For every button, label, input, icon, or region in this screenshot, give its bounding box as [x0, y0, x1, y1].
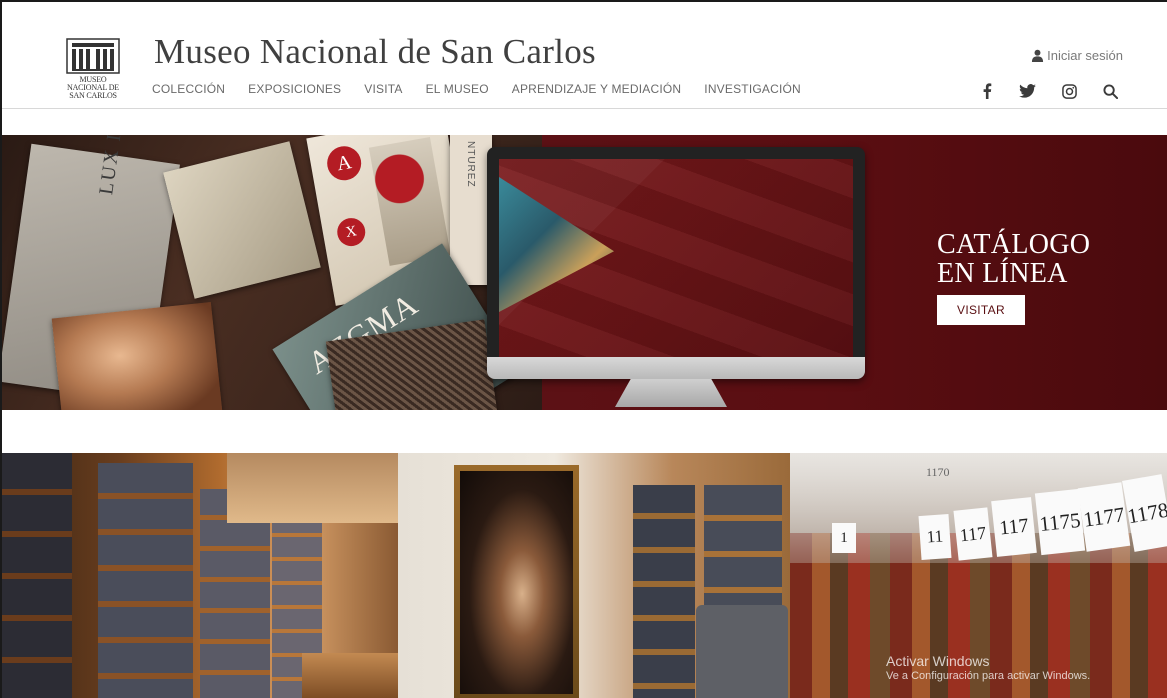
- tag-1175: 1175: [1034, 488, 1086, 556]
- catalog-collage-image: LUX IN ARCANA A X NTUREZ AZGMA: [2, 135, 542, 410]
- room-bookshelf-1: [633, 485, 695, 698]
- ceiling: [227, 453, 398, 523]
- nav-exposiciones[interactable]: EXPOSICIONES: [248, 82, 341, 96]
- tag-1: 1: [832, 523, 856, 553]
- twitter-icon[interactable]: [1018, 82, 1036, 100]
- monitor-stand: [615, 379, 727, 407]
- tag-1177: 1177: [1077, 482, 1131, 552]
- library-shelves-image[interactable]: [2, 453, 398, 698]
- tag-1170: 1170: [926, 465, 950, 479]
- browser-viewport: MUSEO NACIONAL DE SAN CARLOS Museo Nacio…: [0, 0, 1167, 698]
- tag-117a: 117: [953, 507, 993, 561]
- site-title[interactable]: Museo Nacional de San Carlos: [154, 32, 596, 72]
- tag-117b: 117: [991, 497, 1037, 557]
- nav-aprendizaje[interactable]: APRENDIZAJE Y MEDIACIÓN: [512, 82, 682, 96]
- catalog-heading-line-1: CATÁLOGO: [937, 229, 1091, 260]
- user-icon: [1032, 49, 1044, 62]
- vertical-text-strip: NTUREZ: [450, 135, 492, 285]
- tag-11: 11: [918, 514, 952, 560]
- museum-logo[interactable]: MUSEO NACIONAL DE SAN CARLOS: [62, 36, 122, 116]
- search-icon[interactable]: [1101, 82, 1119, 100]
- monitor-foreground: [696, 605, 788, 698]
- watermark-line-1: Activar Windows: [886, 653, 990, 669]
- vertical-text: NTUREZ: [465, 141, 476, 188]
- main-nav: COLECCIÓN EXPOSICIONES VISITA EL MUSEO A…: [152, 82, 824, 96]
- painting-room-image[interactable]: [398, 453, 790, 698]
- red-letter-a: A: [324, 143, 364, 183]
- museum-logo-text: MUSEO NACIONAL DE SAN CARLOS: [62, 76, 124, 100]
- watermark-line-2: Ve a Configuración para activar Windows.: [886, 670, 1091, 682]
- nav-investigacion[interactable]: INVESTIGACIÓN: [704, 82, 801, 96]
- login-link[interactable]: Iniciar sesión: [1031, 48, 1123, 63]
- catalog-banner[interactable]: LUX IN ARCANA A X NTUREZ AZGMA: [2, 135, 1167, 410]
- facebook-icon[interactable]: [978, 82, 996, 100]
- monitor-chin: [487, 357, 865, 379]
- floor: [302, 653, 398, 698]
- visit-button[interactable]: VISITAR: [937, 295, 1025, 325]
- monitor-illustration: [487, 147, 865, 379]
- portrait-card: [51, 301, 223, 410]
- red-letter-x: X: [335, 215, 368, 249]
- catalog-heading-line-2: EN LÍNEA: [937, 258, 1068, 289]
- instagram-icon[interactable]: [1060, 82, 1078, 100]
- logo-text-line-3: SAN CARLOS: [69, 91, 117, 100]
- windows-activation-watermark: Activar Windows Ve a Configuración para …: [886, 653, 1090, 682]
- monitor-screen: [499, 159, 853, 357]
- nav-coleccion[interactable]: COLECCIÓN: [152, 82, 225, 96]
- painting-canvas: [460, 471, 573, 694]
- catalog-heading: CATÁLOGO EN LÍNEA: [937, 230, 1090, 288]
- nav-el-museo[interactable]: EL MUSEO: [426, 82, 489, 96]
- login-label: Iniciar sesión: [1047, 48, 1123, 63]
- painting-frame: [454, 465, 579, 698]
- site-header: MUSEO NACIONAL DE SAN CARLOS Museo Nacio…: [2, 2, 1167, 109]
- bookshelf-left: [2, 453, 72, 698]
- nav-visita[interactable]: VISITA: [364, 82, 402, 96]
- museum-logo-icon: [66, 38, 120, 74]
- bookshelf-1: [98, 463, 193, 698]
